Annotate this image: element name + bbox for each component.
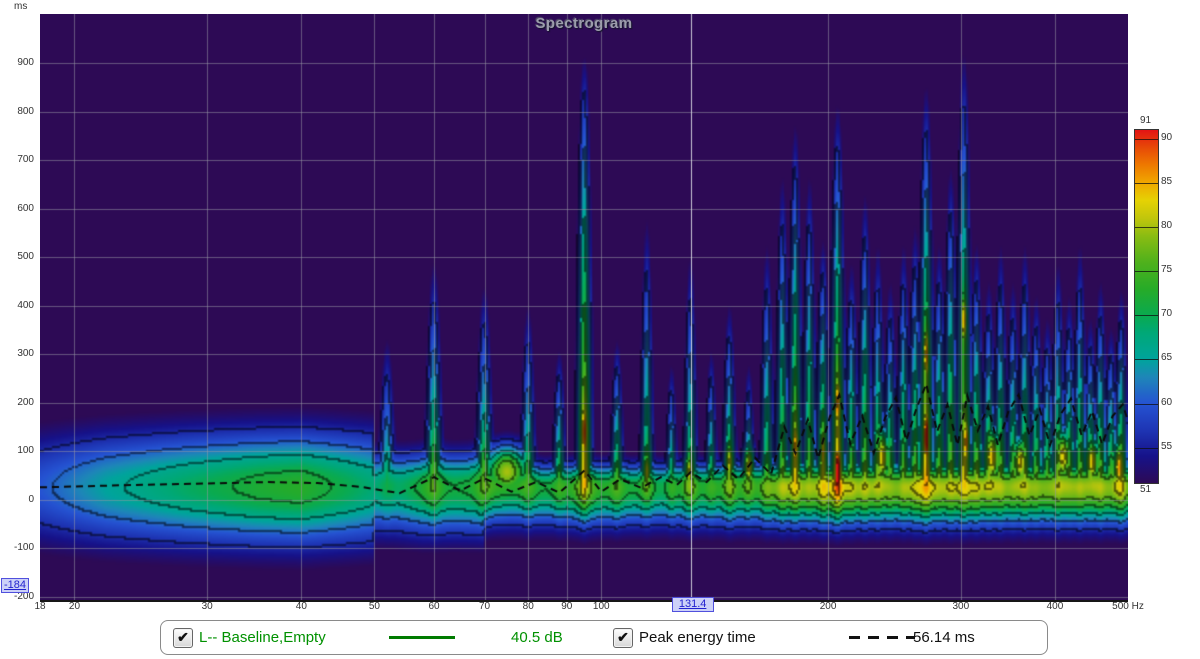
y-tick-label: 0 bbox=[0, 494, 34, 506]
peak-time-value: 56.14 ms bbox=[913, 629, 975, 646]
x-tick-label: 50 bbox=[346, 601, 402, 613]
chart-title: Spectrogram bbox=[40, 15, 1128, 32]
x-tick-label: 100 bbox=[573, 601, 629, 613]
peak-time-checkbox[interactable]: ✔ bbox=[613, 628, 633, 648]
y-cursor-readout: -184 bbox=[1, 578, 29, 593]
baseline-line-sample bbox=[389, 636, 455, 639]
x-tick-label: 60 bbox=[406, 601, 462, 613]
colorbar-tick-label: 90 bbox=[1161, 132, 1172, 144]
peak-time-line-sample bbox=[849, 636, 915, 639]
colorbar-tick-label: 55 bbox=[1161, 441, 1172, 453]
x-cursor-readout: 131.4 bbox=[672, 597, 714, 612]
x-tick-label: 30 bbox=[179, 601, 235, 613]
color-scale bbox=[1134, 129, 1159, 484]
y-tick-label: 700 bbox=[0, 154, 34, 166]
x-tick-label: 300 bbox=[933, 601, 989, 613]
colorbar-tick-label: 80 bbox=[1161, 220, 1172, 232]
baseline-level-value: 40.5 dB bbox=[511, 629, 563, 646]
colorbar-tick-label: 65 bbox=[1161, 352, 1172, 364]
colorbar-max-label: 91 bbox=[1129, 115, 1162, 126]
colorbar-tick-line bbox=[1135, 183, 1158, 184]
x-tick-label: 40 bbox=[273, 601, 329, 613]
y-tick-label: 200 bbox=[0, 397, 34, 409]
y-tick-label: 800 bbox=[0, 106, 34, 118]
y-tick-label: 500 bbox=[0, 251, 34, 263]
x-tick-label: 200 bbox=[800, 601, 856, 613]
y-tick-label: 300 bbox=[0, 348, 34, 360]
legend-bar: ✔ L-- Baseline,Empty 40.5 dB ✔ Peak ener… bbox=[160, 620, 1048, 655]
colorbar-tick-line bbox=[1135, 227, 1158, 228]
colorbar-min-label: 51 bbox=[1129, 484, 1162, 495]
colorbar-tick-line bbox=[1135, 139, 1158, 140]
colorbar-tick-line bbox=[1135, 271, 1158, 272]
x-tick-label: 20 bbox=[46, 601, 102, 613]
y-tick-label: 600 bbox=[0, 203, 34, 215]
y-tick-label: 100 bbox=[0, 445, 34, 457]
colorbar-tick-line bbox=[1135, 448, 1158, 449]
colorbar-tick-label: 85 bbox=[1161, 176, 1172, 188]
time-unit-label: ms bbox=[14, 1, 27, 12]
y-tick-label: 400 bbox=[0, 300, 34, 312]
colorbar-tick-label: 70 bbox=[1161, 308, 1172, 320]
spectrogram-plot[interactable]: Spectrogram bbox=[40, 14, 1128, 602]
colorbar-tick-label: 75 bbox=[1161, 264, 1172, 276]
y-tick-label: -100 bbox=[0, 542, 34, 554]
colorbar-tick-label: 60 bbox=[1161, 397, 1172, 409]
colorbar-tick-line bbox=[1135, 315, 1158, 316]
x-tick-label: 400 bbox=[1027, 601, 1083, 613]
colorbar-tick-line bbox=[1135, 359, 1158, 360]
baseline-label: L-- Baseline,Empty bbox=[199, 629, 326, 646]
peak-time-label: Peak energy time bbox=[639, 629, 756, 646]
x-tick-label: 500 Hz bbox=[1100, 601, 1156, 613]
baseline-checkbox[interactable]: ✔ bbox=[173, 628, 193, 648]
colorbar-tick-line bbox=[1135, 404, 1158, 405]
grid-cursor-canvas bbox=[40, 14, 1128, 600]
spectrogram-window: ms Spectrogram 9008007006005004003002001… bbox=[0, 0, 1200, 659]
y-tick-label: 900 bbox=[0, 57, 34, 69]
